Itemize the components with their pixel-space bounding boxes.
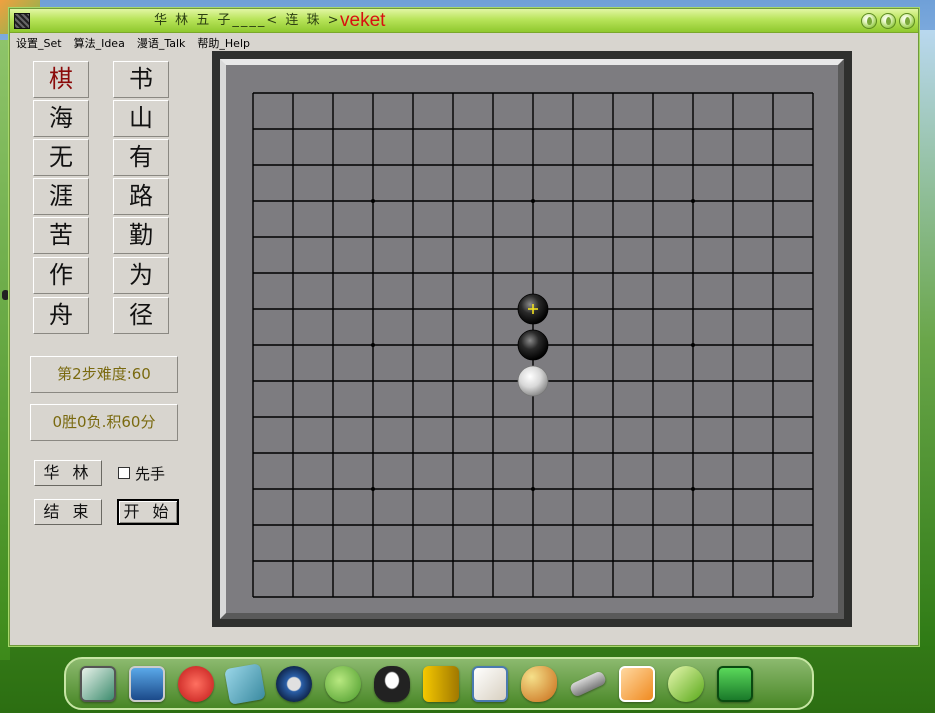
game-board[interactable] — [226, 65, 838, 613]
black-stone-1 — [517, 329, 549, 361]
penguin-icon[interactable] — [374, 665, 410, 702]
tile-left-1[interactable]: 海 — [33, 100, 89, 137]
help-question-icon[interactable] — [668, 665, 704, 702]
first-move-toggle[interactable]: 先手 — [118, 463, 165, 483]
start-button[interactable]: 开 始 — [117, 499, 179, 525]
network-search-icon[interactable] — [325, 665, 361, 702]
tile-left-6[interactable]: 舟 — [33, 297, 89, 334]
menu-help[interactable]: 帮助_Help — [197, 35, 250, 51]
menu-settings[interactable]: 设置_Set — [16, 35, 62, 51]
computer-icon[interactable] — [129, 665, 165, 702]
star-point-1 — [371, 343, 375, 347]
tile-left-3[interactable]: 涯 — [33, 178, 89, 215]
notepad-icon[interactable] — [224, 662, 266, 705]
tile-right-3[interactable]: 路 — [113, 178, 169, 215]
tile-right-4[interactable]: 勤 — [113, 217, 169, 254]
star-point-6 — [691, 199, 695, 203]
minimize-button[interactable] — [861, 13, 877, 29]
tile-right-1[interactable]: 山 — [113, 100, 169, 137]
star-point-7 — [691, 343, 695, 347]
star-point-5 — [531, 487, 535, 491]
tiger-picture-icon[interactable] — [619, 665, 655, 702]
tile-left-5[interactable]: 作 — [33, 257, 89, 294]
desktop-mouse-icon — [2, 290, 9, 300]
tile-left-4[interactable]: 苦 — [33, 217, 89, 254]
star-point-2 — [371, 487, 375, 491]
board-grid[interactable] — [226, 65, 838, 613]
paint-palette-icon[interactable] — [521, 665, 557, 702]
score-display: 0胜0负.积60分 — [30, 404, 178, 441]
hualin-button[interactable]: 华 林 — [34, 460, 102, 486]
title-bar[interactable]: 华 林 五 子____< 连 珠 > veket — [10, 9, 918, 33]
tile-right-0[interactable]: 书 — [113, 61, 169, 98]
star-point-8 — [691, 487, 695, 491]
board-frame — [212, 51, 852, 627]
end-button[interactable]: 结 束 — [34, 499, 102, 525]
tile-right-5[interactable]: 为 — [113, 257, 169, 294]
first-move-label: 先手 — [135, 464, 166, 483]
star-point-3 — [531, 199, 535, 203]
maximize-button[interactable] — [880, 13, 896, 29]
lobster-icon[interactable] — [178, 665, 214, 702]
drawing-app-icon[interactable] — [80, 665, 116, 702]
menu-algorithm[interactable]: 算法_Idea — [74, 35, 125, 51]
window-brand: veket — [340, 10, 386, 31]
menu-bar: 设置_Set 算法_Idea 漫语_Talk 帮助_Help — [10, 33, 918, 53]
desktop-background-right — [918, 30, 935, 650]
difficulty-display: 第2步难度:60 — [30, 356, 178, 393]
camera-icon[interactable] — [717, 665, 753, 702]
taskbar-dock — [64, 657, 814, 710]
window-title: 华 林 五 子____< 连 珠 > — [154, 13, 341, 28]
tile-left-2[interactable]: 无 — [33, 139, 89, 176]
tile-right-2[interactable]: 有 — [113, 139, 169, 176]
tile-left-0[interactable]: 棋 — [33, 61, 89, 98]
menu-talk[interactable]: 漫语_Talk — [137, 35, 186, 51]
tile-right-6[interactable]: 径 — [113, 297, 169, 334]
app-icon[interactable] — [14, 13, 30, 29]
gomoku-window: 华 林 五 子____< 连 珠 > veket 设置_Set 算法_Idea … — [9, 8, 919, 646]
usb-drive-icon[interactable] — [568, 669, 608, 698]
first-move-checkbox[interactable] — [118, 467, 130, 479]
door-logout-icon[interactable] — [423, 665, 459, 702]
close-button[interactable] — [899, 13, 915, 29]
window-controls — [861, 13, 915, 29]
white-stone-2 — [517, 365, 549, 397]
media-player-icon[interactable] — [276, 665, 312, 702]
star-point-0 — [371, 199, 375, 203]
presentation-icon[interactable] — [472, 665, 508, 702]
